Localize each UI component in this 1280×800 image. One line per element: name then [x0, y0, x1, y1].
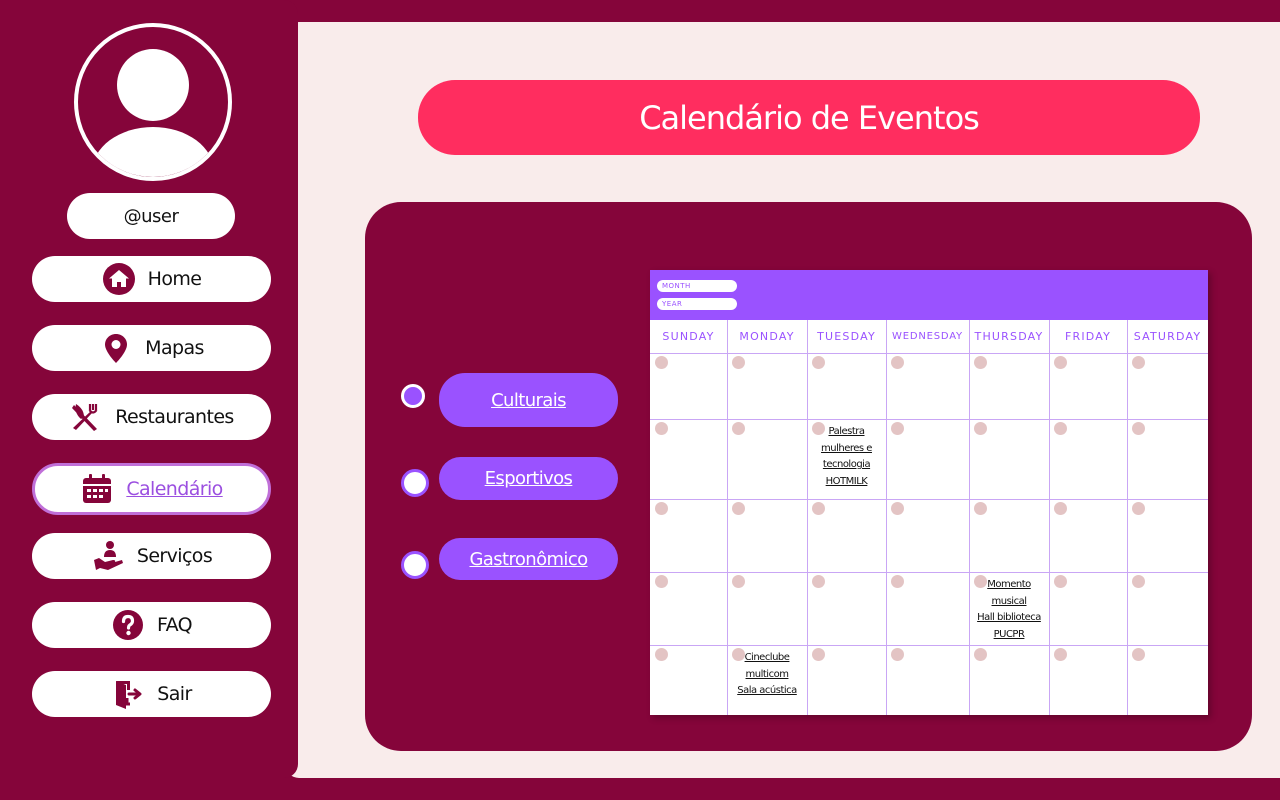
username-label: @user [67, 193, 235, 239]
sidebar-item-faq[interactable]: FAQ [32, 602, 271, 648]
day-cell-marker[interactable] [974, 422, 987, 435]
sidebar-item-label: Restaurantes [115, 406, 234, 428]
filter-button-culturais[interactable]: Culturais [439, 373, 618, 427]
day-cell-marker[interactable] [655, 356, 668, 369]
day-header-friday: FRIDAY [1064, 330, 1112, 343]
day-header-sunday: SUNDAY [662, 330, 715, 343]
day-cell-marker[interactable] [891, 422, 904, 435]
day-header-wednesday: WEDNESDAY [892, 331, 963, 342]
sidebar-item-label: Sair [157, 683, 192, 705]
grid-row-line [650, 572, 1208, 573]
calendar-header: MONTH YEAR [650, 270, 1208, 320]
calendar-event[interactable]: Palestra mulheres e tecnologia HOTMILK [807, 424, 886, 490]
avatar-body [92, 127, 214, 177]
day-header-tuesday: TUESDAY [817, 330, 876, 343]
avatar-head [117, 49, 189, 121]
grid-column-line [969, 320, 970, 715]
event-calendar: MONTH YEAR SUNDAY MONDAY TUESDAY WEDNESDAY T… [650, 270, 1208, 715]
sidebar: @user Home Mapas Restaurantes Calendário [0, 0, 298, 778]
day-cell-marker[interactable] [655, 422, 668, 435]
grid-row-line [650, 645, 1208, 646]
day-cell-marker[interactable] [812, 575, 825, 588]
user-avatar-icon[interactable] [74, 23, 232, 181]
sidebar-item-servicos[interactable]: Serviços [32, 533, 271, 579]
day-cell-marker[interactable] [1132, 422, 1145, 435]
grid-column-line [1049, 320, 1050, 715]
filter-radio-culturais[interactable] [401, 384, 425, 408]
map-pin-icon [99, 331, 133, 365]
grid-column-line [886, 320, 887, 715]
day-cell-marker[interactable] [1132, 648, 1145, 661]
day-cell-marker[interactable] [732, 356, 745, 369]
day-cell-marker[interactable] [974, 502, 987, 515]
day-cell-marker[interactable] [732, 575, 745, 588]
sidebar-item-mapas[interactable]: Mapas [32, 325, 271, 371]
calendar-icon [80, 472, 114, 506]
sidebar-item-label: Home [147, 268, 202, 290]
day-cell-marker[interactable] [1054, 356, 1067, 369]
day-cell-marker[interactable] [1132, 502, 1145, 515]
day-cell-marker[interactable] [891, 356, 904, 369]
year-field[interactable]: YEAR [657, 298, 737, 310]
day-cell-marker[interactable] [655, 502, 668, 515]
day-cell-marker[interactable] [974, 356, 987, 369]
sidebar-item-sair[interactable]: Sair [32, 671, 271, 717]
filter-radio-gastronomico[interactable] [401, 551, 429, 579]
day-header-monday: MONDAY [739, 330, 795, 343]
calendar-event[interactable]: Cineclube multicom Sala acústica [727, 650, 807, 700]
day-cell-marker[interactable] [891, 575, 904, 588]
day-header-saturday: SATURDAY [1133, 330, 1202, 343]
day-cell-marker[interactable] [1132, 575, 1145, 588]
question-icon [111, 608, 145, 642]
month-field[interactable]: MONTH [657, 280, 737, 292]
day-cell-marker[interactable] [812, 502, 825, 515]
sidebar-item-label: FAQ [156, 614, 193, 636]
day-cell-marker[interactable] [655, 648, 668, 661]
grid-row-line [650, 499, 1208, 500]
exit-icon [111, 677, 145, 711]
day-cell-marker[interactable] [1054, 648, 1067, 661]
grid-row-line [650, 419, 1208, 420]
sidebar-item-label: Calendário [126, 478, 223, 500]
day-cell-marker[interactable] [1132, 356, 1145, 369]
day-cell-marker[interactable] [974, 648, 987, 661]
filter-button-gastronomico[interactable]: Gastronômico [439, 538, 618, 580]
grid-column-line [1127, 320, 1128, 715]
service-hand-icon [91, 539, 125, 573]
grid-column-line [807, 320, 808, 715]
utensils-icon [69, 400, 103, 434]
home-icon [102, 262, 136, 296]
day-cell-marker[interactable] [891, 648, 904, 661]
day-cell-marker[interactable] [812, 648, 825, 661]
filter-radio-esportivos[interactable] [401, 469, 429, 497]
day-cell-marker[interactable] [1054, 422, 1067, 435]
filter-button-esportivos[interactable]: Esportivos [439, 457, 618, 500]
app-frame: @user Home Mapas Restaurantes Calendário [0, 0, 1280, 800]
grid-row-line [650, 353, 1208, 354]
sidebar-item-label: Mapas [145, 337, 204, 359]
day-cell-marker[interactable] [1054, 502, 1067, 515]
day-cell-marker[interactable] [732, 502, 745, 515]
day-cell-marker[interactable] [891, 502, 904, 515]
day-cell-marker[interactable] [812, 356, 825, 369]
calendar-event[interactable]: Momento musical Hall biblioteca PUCPR [969, 577, 1049, 643]
sidebar-item-calendario[interactable]: Calendário [32, 463, 271, 515]
sidebar-item-restaurantes[interactable]: Restaurantes [32, 394, 271, 440]
sidebar-item-label: Serviços [136, 545, 213, 567]
day-cell-marker[interactable] [1054, 575, 1067, 588]
day-cell-marker[interactable] [732, 422, 745, 435]
page-title: Calendário de Eventos [418, 80, 1200, 155]
sidebar-item-home[interactable]: Home [32, 256, 271, 302]
day-cell-marker[interactable] [655, 575, 668, 588]
day-header-thursday: THURSDAY [974, 330, 1044, 343]
